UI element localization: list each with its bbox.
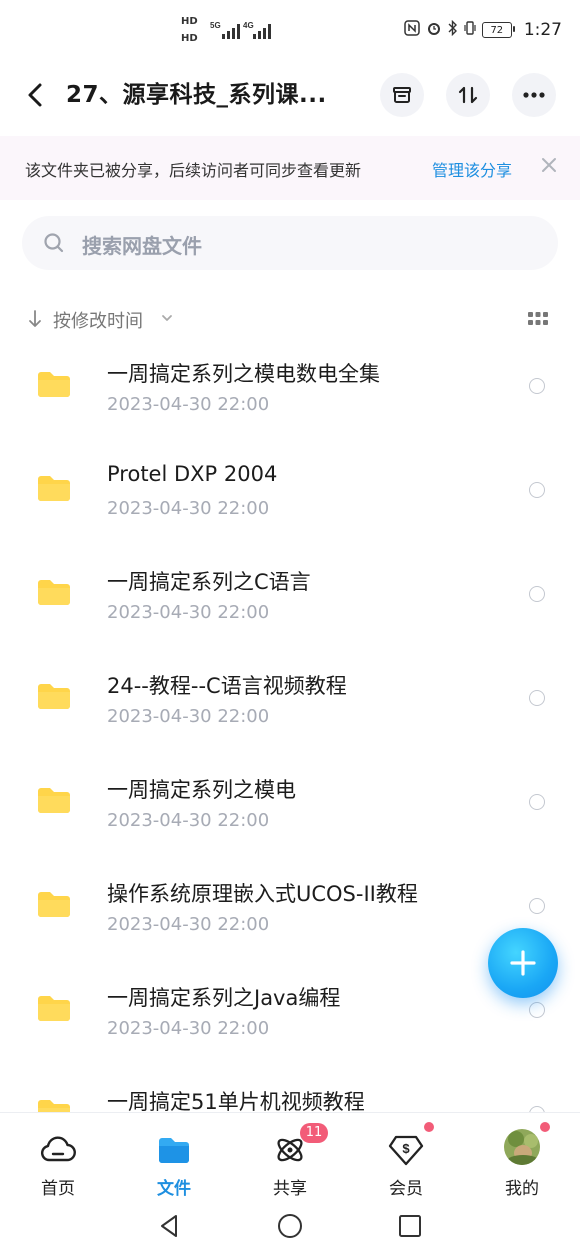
transfer-updown-icon bbox=[458, 86, 478, 104]
sort-down-arrow-icon bbox=[29, 310, 41, 327]
file-name: 一周搞定系列之Java编程 bbox=[107, 986, 341, 1010]
select-radio[interactable] bbox=[529, 898, 545, 914]
select-radio[interactable] bbox=[529, 378, 545, 394]
net2-text: 4G bbox=[243, 21, 254, 30]
close-icon[interactable] bbox=[538, 154, 560, 176]
folder-icon bbox=[38, 996, 70, 1021]
system-recents-icon[interactable] bbox=[396, 1212, 424, 1240]
search-input[interactable]: 搜索网盘文件 bbox=[22, 216, 558, 270]
file-date: 2023-04-30 22:00 bbox=[107, 394, 270, 415]
file-row[interactable]: 一周搞定系列之模电数电全集 2023-04-30 22:00 bbox=[0, 336, 580, 440]
add-fab-button[interactable] bbox=[488, 928, 558, 998]
file-date: 2023-04-30 22:00 bbox=[107, 810, 270, 831]
nav-item-files[interactable]: 文件 bbox=[116, 1113, 232, 1203]
status-bar: HD HD 5G 4G 72 1:27 bbox=[0, 0, 580, 64]
svg-text:$: $ bbox=[402, 1141, 410, 1156]
clock: 1:27 bbox=[523, 20, 562, 40]
file-name: Protel DXP 2004 bbox=[107, 462, 278, 486]
folder-icon bbox=[38, 476, 70, 501]
hd1-label: HD bbox=[181, 16, 198, 27]
sort-by-modified-button[interactable]: 按修改时间 bbox=[53, 307, 143, 333]
nav-item-vip[interactable]: $ 会员 bbox=[348, 1113, 464, 1203]
bottom-nav: 首页 文件 共享 11 $ 会员 我的 bbox=[0, 1112, 580, 1203]
nav-item-me[interactable]: 我的 bbox=[464, 1113, 580, 1203]
share-notice-banner: 该文件夹已被分享，后续访问者可同步查看更新 管理该分享 bbox=[0, 136, 580, 200]
manage-share-link[interactable]: 管理该分享 bbox=[432, 157, 512, 181]
file-row[interactable]: 一周搞定系列之模电 2023-04-30 22:00 bbox=[0, 752, 580, 856]
top-app-bar: 27、源享科技_系列课... bbox=[0, 64, 580, 128]
chevron-down-icon[interactable] bbox=[160, 311, 174, 325]
avatar bbox=[504, 1129, 540, 1165]
search-icon bbox=[44, 233, 64, 253]
battery-level: 72 bbox=[490, 24, 504, 36]
share-count-badge: 11 bbox=[300, 1123, 328, 1143]
select-radio[interactable] bbox=[529, 586, 545, 602]
file-name: 一周搞定系列之模电数电全集 bbox=[107, 362, 380, 386]
hd2-label: HD bbox=[181, 33, 198, 44]
cloud-home-icon bbox=[40, 1136, 76, 1162]
file-name: 操作系统原理嵌入式UCOS-II教程 bbox=[107, 882, 418, 906]
net1-text: 5G bbox=[210, 21, 221, 30]
signal-4g-icon: 4G bbox=[243, 21, 271, 39]
folder-icon bbox=[38, 580, 70, 605]
archive-box-icon bbox=[393, 87, 411, 103]
select-radio[interactable] bbox=[529, 794, 545, 810]
nav-label: 共享 bbox=[273, 1179, 307, 1199]
system-navigation-bar bbox=[0, 1202, 580, 1256]
diamond-vip-icon: $ bbox=[388, 1135, 424, 1166]
file-date: 2023-04-30 22:00 bbox=[107, 914, 270, 935]
nav-item-share[interactable]: 共享 bbox=[232, 1113, 348, 1203]
file-name: 一周搞定系列之C语言 bbox=[107, 570, 311, 594]
search-placeholder: 搜索网盘文件 bbox=[82, 234, 202, 258]
nav-item-home[interactable]: 首页 bbox=[0, 1113, 116, 1203]
grid-view-icon[interactable] bbox=[527, 311, 549, 327]
sort-bar: 按修改时间 bbox=[0, 302, 580, 336]
file-date: 2023-04-30 22:00 bbox=[107, 498, 270, 519]
back-arrow-icon[interactable] bbox=[22, 78, 52, 112]
file-name: 一周搞定系列之模电 bbox=[107, 778, 296, 802]
hd-indicator: HD HD bbox=[181, 16, 198, 44]
profile-notification-dot bbox=[540, 1122, 550, 1132]
transfer-button[interactable] bbox=[446, 73, 490, 117]
folder-icon bbox=[38, 684, 70, 709]
more-dots-icon bbox=[523, 92, 545, 98]
select-radio[interactable] bbox=[529, 690, 545, 706]
nav-label: 首页 bbox=[41, 1179, 75, 1199]
folder-icon bbox=[38, 372, 70, 397]
system-back-icon[interactable] bbox=[156, 1212, 184, 1240]
select-radio[interactable] bbox=[529, 1002, 545, 1018]
file-date: 2023-04-30 22:00 bbox=[107, 1018, 270, 1039]
file-name: 24--教程--C语言视频教程 bbox=[107, 674, 347, 698]
file-date: 2023-04-30 22:00 bbox=[107, 706, 270, 727]
select-radio[interactable] bbox=[529, 482, 545, 498]
nav-label: 会员 bbox=[389, 1179, 423, 1199]
folder-icon bbox=[38, 788, 70, 813]
folder-icon bbox=[38, 892, 70, 917]
share-notice-text: 该文件夹已被分享，后续访问者可同步查看更新 bbox=[25, 161, 362, 180]
status-right: 72 1:27 bbox=[404, 19, 562, 40]
battery-icon: 72 bbox=[481, 22, 515, 38]
nav-label: 文件 bbox=[157, 1179, 191, 1199]
vip-notification-dot bbox=[424, 1122, 434, 1132]
archive-button[interactable] bbox=[380, 73, 424, 117]
folder-icon bbox=[159, 1138, 189, 1163]
file-row[interactable]: Protel DXP 2004 2023-04-30 22:00 bbox=[0, 440, 580, 544]
alarm-icon bbox=[426, 20, 442, 40]
file-date: 2023-04-30 22:00 bbox=[107, 602, 270, 623]
page-title: 27、源享科技_系列课... bbox=[66, 82, 327, 108]
bluetooth-icon bbox=[448, 19, 458, 40]
nav-label: 我的 bbox=[505, 1179, 539, 1199]
file-row[interactable]: 一周搞定系列之C语言 2023-04-30 22:00 bbox=[0, 544, 580, 648]
system-home-icon[interactable] bbox=[276, 1212, 304, 1240]
more-options-button[interactable] bbox=[512, 73, 556, 117]
vibrate-icon bbox=[464, 20, 476, 40]
file-row[interactable]: 24--教程--C语言视频教程 2023-04-30 22:00 bbox=[0, 648, 580, 752]
nfc-icon bbox=[404, 20, 420, 40]
plus-icon bbox=[510, 950, 536, 976]
